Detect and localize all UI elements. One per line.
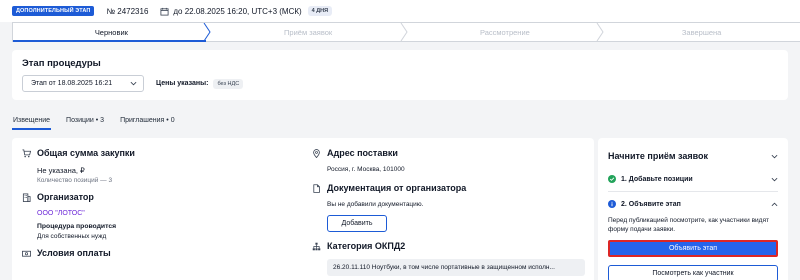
prices-label: Цены указаны: bbox=[156, 80, 209, 87]
okpd-title: Категория ОКПД2 bbox=[327, 241, 406, 251]
document-icon bbox=[313, 183, 320, 193]
deadline-text: до 22.08.2025 16:20, UTC+3 (МСК) bbox=[173, 6, 302, 16]
delivery-title: Адрес поставки bbox=[327, 148, 398, 158]
top-info-bar: ДОПОЛНИТЕЛЬНЫЙ ЭТАП № 2472316 до 22.08.2… bbox=[0, 0, 800, 22]
tab-invitations[interactable]: Приглашения • 0 bbox=[119, 110, 176, 130]
stage-tag: ДОПОЛНИТЕЛЬНЫЙ ЭТАП bbox=[12, 6, 95, 16]
calendar-icon bbox=[160, 7, 169, 16]
conducted-value: Для собственных нужд bbox=[37, 233, 107, 240]
panel-header[interactable]: Начните приём заявок bbox=[608, 138, 778, 170]
step-label: Приём заявок bbox=[284, 27, 333, 37]
cart-icon bbox=[22, 148, 31, 157]
step-completed: Завершена bbox=[603, 23, 800, 41]
procedure-stage-card: Этап процедуры Этап от 18.08.2025 16:21 … bbox=[12, 50, 788, 100]
procedure-stepper: Черновик Приём заявок Рассмотрение Завер… bbox=[12, 22, 800, 42]
okpd-section-title: Категория ОКПД2 bbox=[312, 239, 587, 253]
chevron-down-icon bbox=[771, 154, 778, 158]
docs-empty-text: Вы не добавили документацию. bbox=[327, 201, 424, 208]
divider bbox=[608, 191, 778, 192]
step-review: Рассмотрение bbox=[407, 23, 604, 41]
check-circle-icon bbox=[608, 175, 616, 183]
payment-title: Условия оплаты bbox=[37, 248, 111, 258]
docs-title: Документация от организатора bbox=[327, 183, 467, 193]
docs-section-title: Документация от организатора bbox=[312, 181, 587, 195]
step-label: Завершена bbox=[681, 27, 722, 37]
building-icon bbox=[22, 192, 31, 202]
okpd-value: 26.20.11.110 Ноутбуки, в том числе порта… bbox=[327, 259, 585, 276]
conducted-label: Процедура проводится bbox=[37, 223, 117, 230]
payment-section-title: Условия оплаты bbox=[22, 246, 302, 260]
hierarchy-icon bbox=[312, 242, 321, 250]
step-announce[interactable]: 2. Объявите этап bbox=[608, 195, 778, 213]
stage-select-value: Этап от 18.08.2025 16:21 bbox=[31, 80, 113, 87]
total-section-title: Общая сумма закупки bbox=[22, 146, 302, 160]
delivery-address: Россия, г. Москва, 101000 bbox=[327, 166, 405, 173]
notice-details-card: Общая сумма закупки Не указана, ₽ Количе… bbox=[12, 138, 594, 280]
step-label: Рассмотрение bbox=[479, 27, 530, 37]
banknote-icon bbox=[22, 250, 31, 257]
total-title: Общая сумма закупки bbox=[37, 148, 135, 158]
announce-stage-button[interactable]: Объявить этап bbox=[608, 240, 778, 257]
deadline: до 22.08.2025 16:20, UTC+3 (МСК) bbox=[160, 6, 302, 16]
step-label: Черновик bbox=[94, 27, 128, 37]
total-value: Не указана, ₽ bbox=[37, 166, 85, 175]
organizer-link[interactable]: ООО "ЛОТОС" bbox=[37, 210, 302, 217]
announce-description: Перед публикацией посмотрите, как участн… bbox=[608, 217, 769, 233]
days-left-badge: 4 ДНЯ bbox=[307, 6, 333, 16]
step-accepting: Приём заявок bbox=[210, 23, 408, 41]
organizer-section-title: Организатор bbox=[22, 190, 302, 204]
step-add-positions-label: 1. Добавьте позиции bbox=[621, 175, 693, 183]
procedure-number: № 2472316 bbox=[106, 6, 149, 16]
tabs: Извещение Позиции • 3 Приглашения • 0 bbox=[12, 110, 788, 130]
step-announce-label: 2. Объявите этап bbox=[621, 200, 681, 208]
add-document-button[interactable]: Добавить bbox=[327, 215, 387, 232]
organizer-title: Организатор bbox=[37, 192, 94, 202]
chevron-down-icon bbox=[771, 177, 778, 181]
step-draft: Черновик bbox=[13, 23, 211, 42]
view-as-participant-button[interactable]: Посмотреть как участник bbox=[608, 265, 778, 280]
info-circle-icon bbox=[608, 200, 616, 208]
stage-select[interactable]: Этап от 18.08.2025 16:21 bbox=[22, 75, 144, 92]
chevron-up-icon bbox=[771, 202, 778, 206]
positions-count: Количество позиций — 3 bbox=[37, 177, 113, 184]
delivery-section-title: Адрес поставки bbox=[312, 146, 587, 160]
vat-badge: без НДС bbox=[213, 78, 244, 89]
chevron-down-icon bbox=[130, 81, 137, 86]
section-title: Этап процедуры bbox=[22, 58, 101, 69]
tab-positions[interactable]: Позиции • 3 bbox=[65, 110, 105, 130]
panel-title: Начните приём заявок bbox=[608, 151, 709, 161]
start-accepting-panel: Начните приём заявок 1. Добавьте позиции… bbox=[598, 138, 788, 280]
step-add-positions[interactable]: 1. Добавьте позиции bbox=[608, 170, 778, 188]
tab-notice[interactable]: Извещение bbox=[12, 110, 52, 130]
location-pin-icon bbox=[313, 148, 320, 158]
